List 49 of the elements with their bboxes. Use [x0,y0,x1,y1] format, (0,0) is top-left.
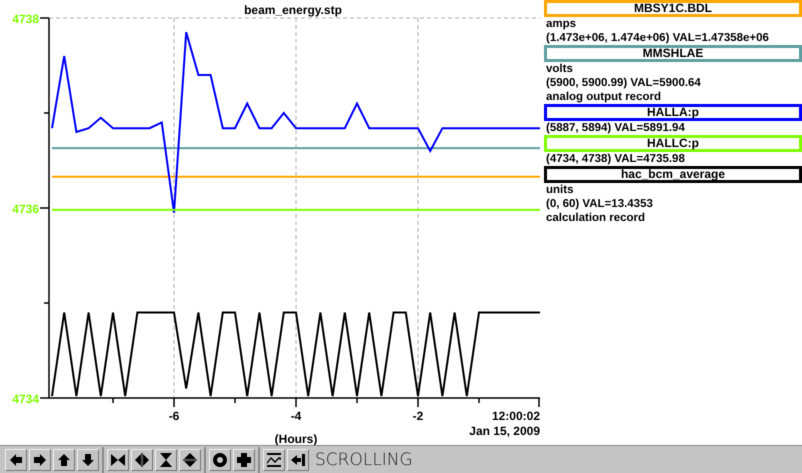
legend-text: units [545,183,574,197]
toolbar-button[interactable] [155,448,177,470]
toolbar-button[interactable] [287,448,309,470]
arrow-to-bar-icon [290,452,306,468]
legend-text: amps [545,17,578,31]
legend-text: volts [545,62,574,76]
legend-header[interactable]: HALLC:p [544,135,802,152]
legend-header[interactable]: HALLA:p [544,104,802,121]
toolbar-button[interactable] [209,448,231,470]
toolbar-button[interactable] [29,448,51,470]
toolbar-button[interactable] [131,448,153,470]
y-tick-label: 4738 [12,12,39,26]
x-tick-label: -4 [290,409,302,423]
left-arrow-icon [8,452,24,468]
legend-text: (0, 60) VAL=13.4353 [545,197,654,211]
mode-status: SCROLLING [315,450,413,470]
legend-header[interactable]: MMSHLAE [544,45,802,62]
converging-arrows-icon [110,452,126,468]
date-label: Jan 15, 2009 [469,424,540,438]
x-tick-label: -2 [412,409,424,423]
toolbar-button[interactable] [5,448,27,470]
x-tick-label: -6 [168,409,180,423]
toolbar-button[interactable] [179,448,201,470]
legend-text: (5887, 5894) VAL=5891.94 [545,121,686,135]
ring-icon [212,452,228,468]
diverging-arrows-icon [134,452,150,468]
legend-text: (5900, 5900.99) VAL=5900.64 [545,76,702,90]
chart-title: beam_energy.stp [244,3,342,17]
down-arrow-icon [80,452,96,468]
diverging-arrows-icon [182,452,198,468]
graph-icon [266,452,282,468]
toolbar-button[interactable] [53,448,75,470]
legend-text: (1.473e+06, 1.474e+06) VAL=1.47358e+06 [545,31,770,45]
legend-text: (4734, 4738) VAL=4735.98 [545,152,686,166]
converging-arrows-icon [158,452,174,468]
legend-header[interactable]: hac_bcm_average [544,166,802,183]
toolbar-button[interactable] [263,448,285,470]
legend-text: analog output record [545,90,662,104]
right-arrow-icon [32,452,48,468]
end-time-label: 12:00:02 [492,409,540,423]
toolbar-button[interactable] [77,448,99,470]
plus-icon [236,452,252,468]
toolbar-button[interactable] [233,448,255,470]
toolbar-button[interactable] [107,448,129,470]
up-arrow-icon [56,452,72,468]
y-tick-label: 4736 [12,202,39,216]
y-tick-label: 4734 [12,392,39,406]
legend-header[interactable]: MBSY1C.BDL [544,0,802,17]
legend-text: calculation record [545,211,646,225]
